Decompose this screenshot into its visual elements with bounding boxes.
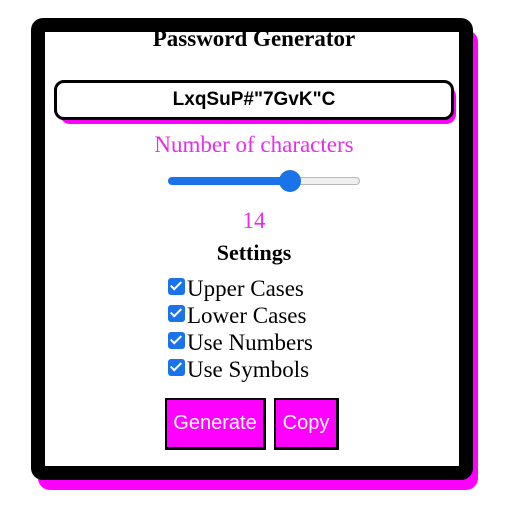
lower-cases-checkbox[interactable] bbox=[168, 305, 185, 322]
length-slider[interactable] bbox=[168, 170, 360, 192]
option-lower-cases[interactable]: Lower Cases bbox=[168, 302, 313, 329]
use-symbols-checkbox[interactable] bbox=[168, 359, 185, 376]
slider-fill bbox=[168, 177, 290, 185]
settings-title: Settings bbox=[216, 240, 292, 265]
length-value: 14 bbox=[242, 208, 266, 233]
settings-options: Upper Cases Lower Cases Use Numbers Use … bbox=[168, 275, 313, 383]
option-label: Upper Cases bbox=[187, 276, 304, 301]
option-label: Use Numbers bbox=[187, 330, 313, 355]
upper-cases-checkbox[interactable] bbox=[168, 278, 185, 295]
copy-button[interactable]: Copy bbox=[274, 398, 339, 450]
slider-thumb[interactable] bbox=[278, 170, 301, 192]
option-label: Lower Cases bbox=[187, 303, 307, 328]
use-numbers-checkbox[interactable] bbox=[168, 332, 185, 349]
generate-button[interactable]: Generate bbox=[165, 398, 266, 450]
option-use-symbols[interactable]: Use Symbols bbox=[168, 356, 313, 383]
option-label: Use Symbols bbox=[187, 357, 310, 382]
option-upper-cases[interactable]: Upper Cases bbox=[168, 275, 313, 302]
length-label: Number of characters bbox=[154, 132, 354, 157]
password-output-field[interactable]: LxqSuP#"7GvK"C bbox=[54, 80, 454, 120]
app-title: Password Generator bbox=[152, 26, 356, 51]
option-use-numbers[interactable]: Use Numbers bbox=[168, 329, 313, 356]
